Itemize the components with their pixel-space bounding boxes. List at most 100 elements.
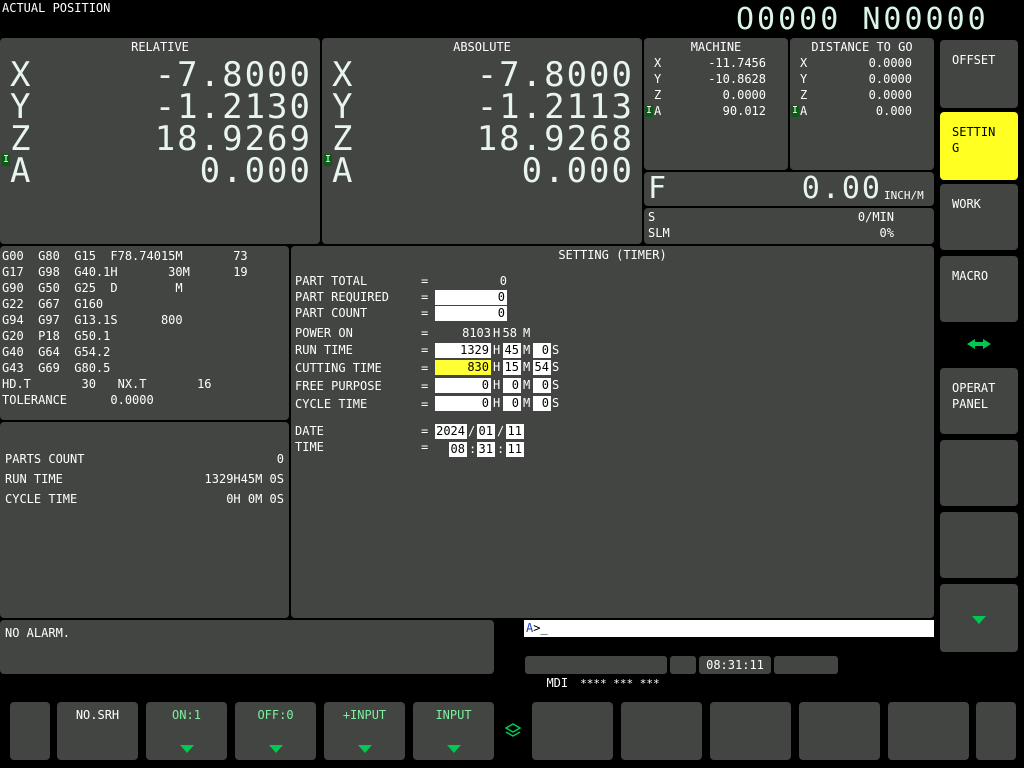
time-sep-2: : [497,442,505,456]
cutting-time-minutes-field[interactable]: 15 [503,360,521,375]
side-key-operat-panel[interactable]: OPERAT PANEL [940,368,1018,434]
distance-value-z: 0.0000 [868,88,912,102]
soft-key-off-0[interactable]: OFF:0 [235,702,316,760]
status-mode-box: MDI **** *** *** [525,656,667,690]
machine-value-a: 90.012 [722,104,766,118]
cutting-time-hours-field[interactable]: 830 [435,360,491,375]
free-purpose-minutes-field[interactable]: 0 [503,378,521,393]
distance-axis-a: A [800,104,808,118]
soft-key-no-srh-label: NO.SRH [75,708,120,722]
feed-panel: F 0.00 INCH/M [644,172,934,206]
distance-panel: DISTANCE TO GO X 0.0000 Y 0.0000 Z 0.000… [790,38,934,170]
absolute-value-a: 0.000 [521,151,634,191]
parts-count-value: 0 [276,452,284,466]
date-day-field[interactable]: 11 [506,424,524,439]
time-eq: = [421,440,429,454]
slm-label: SLM [648,226,670,240]
cycle-time-setting-label: CYCLE TIME [295,397,368,411]
cycle-time-minutes-field[interactable]: 0 [503,396,521,411]
part-required-label: PART REQUIRED [295,290,389,304]
soft-key-blank-4[interactable] [799,702,880,760]
cutting-time-unit-h: H [493,360,501,374]
part-count-field[interactable]: 0 [435,306,507,321]
soft-key-continue[interactable] [976,702,1016,760]
chevron-down-icon [357,745,372,753]
side-key-work[interactable]: WORK [940,184,1018,250]
soft-key-blank-3[interactable] [710,702,791,760]
run-time-hours-field[interactable]: 1329 [435,343,491,358]
soft-key-on-1[interactable]: ON:1 [146,702,227,760]
free-purpose-eq: = [421,379,429,393]
modal-line-9: HD.T 30 NX.T 16 [2,377,212,391]
absolute-axis-a: A [332,151,354,191]
relative-axis-a: A [10,151,32,191]
cycle-time-unit-s: S [552,396,560,410]
side-key-blank-1[interactable] [940,440,1018,506]
modal-line-3: G90 G50 G25 D M [2,281,183,295]
cycle-time-value: 0H 0M 0S [226,492,284,506]
time-minute-field[interactable]: 31 [477,442,495,457]
soft-key-blank-1[interactable] [532,702,613,760]
part-total-value: 0 [499,274,507,288]
cutting-time-seconds-field[interactable]: 54 [533,360,551,375]
date-month-field[interactable]: 01 [477,424,495,439]
run-time-setting-eq: = [421,343,429,357]
power-on-label: POWER ON [295,326,353,340]
alarm-panel: NO ALARM. [0,620,494,674]
modal-line-1: G00 G80 G15 F78.74015M 73 [2,249,248,263]
distance-axis-y: Y [800,72,808,86]
part-required-field[interactable]: 0 [435,290,507,305]
run-time-minutes-field[interactable]: 45 [503,343,521,358]
cycle-time-unit-m: M [523,396,531,410]
distance-value-x: 0.0000 [868,56,912,70]
alarm-message: NO ALARM. [5,626,71,640]
cycle-time-seconds-field[interactable]: 0 [533,396,551,411]
program-number: O0000 N00000 [736,2,989,37]
side-key-setting[interactable]: SETTIN G [940,112,1018,180]
side-key-macro[interactable]: MACRO [940,256,1018,322]
soft-key-input[interactable]: INPUT [413,702,494,760]
free-purpose-hours-field[interactable]: 0 [435,378,491,393]
soft-key-blank-2[interactable] [621,702,702,760]
slm-value: 0% [879,226,894,240]
status-state: **** *** *** [580,677,660,690]
feed-value: 0.00 [801,171,882,206]
date-year-field[interactable]: 2024 [435,424,467,439]
modal-line-7: G40 G64 G54.2 [2,345,111,359]
page-switch-icon[interactable] [964,336,994,352]
machine-axis-x: X [654,56,662,70]
cutting-time-label: CUTTING TIME [295,361,382,375]
spindle-panel: S 0/MIN SLM 0% [644,208,934,244]
soft-key-plus-input-label: +INPUT [342,708,387,722]
input-line[interactable]: A>_ [524,620,934,637]
absolute-title: ABSOLUTE [453,40,511,54]
parts-count-label: PARTS COUNT [5,452,85,466]
status-clock: 08:31:11 [699,656,771,674]
chevron-down-icon [268,745,283,753]
side-key-next-page[interactable] [940,584,1018,652]
time-second-field[interactable]: 11 [506,442,524,457]
machine-title: MACHINE [690,40,742,54]
free-purpose-seconds-field[interactable]: 0 [533,378,551,393]
soft-key-plus-input[interactable]: +INPUT [324,702,405,760]
cycle-time-hours-field[interactable]: 0 [435,396,491,411]
feed-label: F [648,171,667,206]
power-on-hours: 8103 [462,326,491,340]
time-hour-field[interactable]: 08 [449,442,467,457]
soft-key-return[interactable] [10,702,50,760]
soft-key-blank-5[interactable] [888,702,969,760]
power-on-eq: = [421,326,429,340]
layers-icon[interactable] [503,722,523,740]
status-mode: MDI [546,676,569,690]
side-key-offset[interactable]: OFFSET [940,40,1018,108]
side-key-blank-2[interactable] [940,512,1018,578]
free-purpose-unit-h: H [493,378,501,392]
free-purpose-unit-m: M [523,378,531,392]
part-count-eq: = [421,306,429,320]
soft-key-no-srh[interactable]: NO.SRH [57,702,138,760]
modal-line-10: TOLERANCE 0.0000 [2,393,154,407]
machine-axis-a: A [654,104,662,118]
relative-indicator: I [2,154,10,166]
run-time-seconds-field[interactable]: 0 [533,343,551,358]
date-eq: = [421,424,429,438]
